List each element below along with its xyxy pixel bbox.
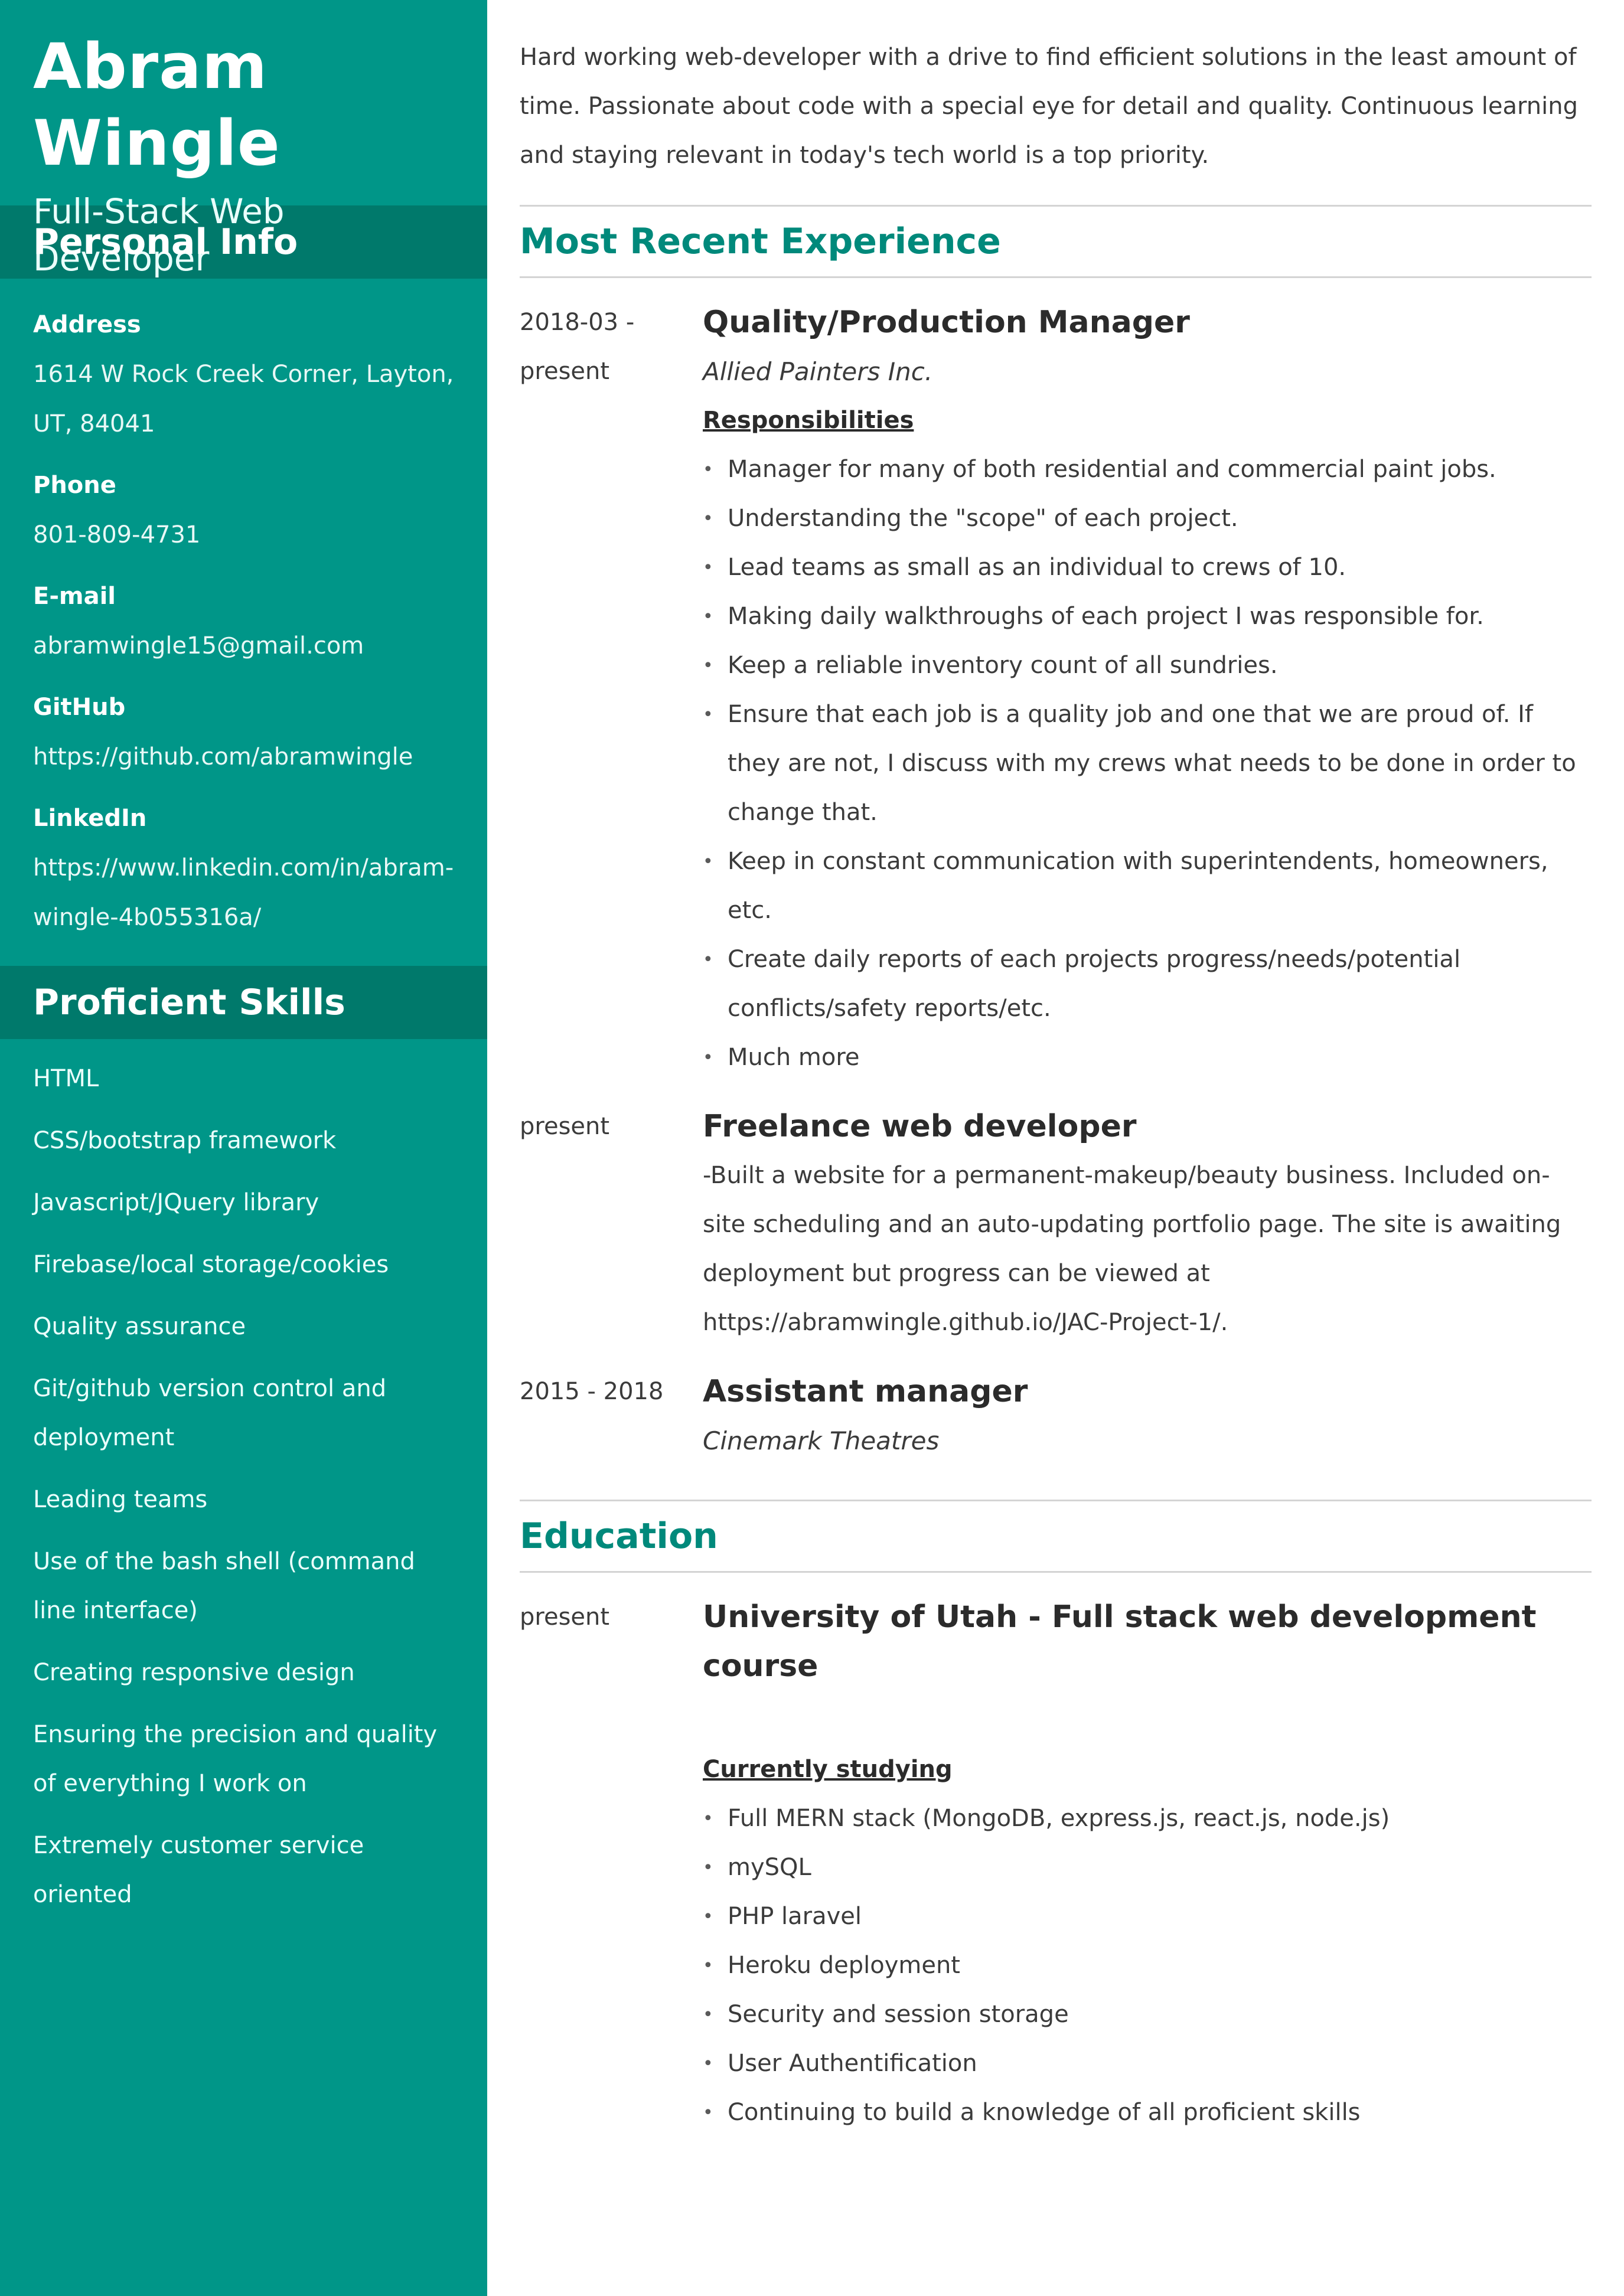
- info-label: E-mail: [33, 583, 116, 610]
- entry-date: 2015 - 2018: [520, 1378, 664, 1405]
- info-item-phone: Phone 801-809-4731: [33, 460, 454, 560]
- info-label: LinkedIn: [33, 805, 147, 832]
- info-label: Phone: [33, 472, 116, 499]
- info-item-email: E-mail abramwingle15@gmail.com: [33, 571, 454, 671]
- list-item: Ensure that each job is a quality job an…: [703, 690, 1592, 837]
- list-item: Continuing to build a knowledge of all p…: [703, 2088, 1592, 2137]
- main-content: Hard working web-developer with a drive …: [520, 0, 1592, 2137]
- list-item: Understanding the "scope" of each projec…: [703, 494, 1592, 543]
- skill-item: HTML: [33, 1065, 99, 1092]
- personal-info-list: Address 1614 W Rock Creek Corner, Layton…: [0, 279, 487, 966]
- skill-item: Quality assurance: [33, 1313, 246, 1340]
- personal-info-heading: Personal Info: [0, 205, 487, 279]
- entry-date: present: [520, 1113, 610, 1140]
- summary: Hard working web-developer with a drive …: [520, 44, 1578, 169]
- skill-item: Extremely customer service oriented: [33, 1832, 364, 1908]
- info-value-phone: 801-809-4731: [33, 521, 201, 548]
- course-title: University of Utah - Full stack web deve…: [703, 1599, 1537, 1684]
- info-label: Address: [33, 311, 141, 338]
- entry-body: University of Utah - Full stack web deve…: [703, 1593, 1592, 2137]
- list-item: User Authentification: [703, 2039, 1592, 2088]
- entry-date: present: [520, 1603, 610, 1631]
- job-description: -Built a website for a permanent-makeup/…: [703, 1162, 1561, 1336]
- entry-body: Freelance web developer -Built a website…: [703, 1102, 1592, 1347]
- sidebar: Abram Wingle Full-Stack Web Developer Pe…: [0, 0, 487, 2296]
- list-item: Heroku deployment: [703, 1941, 1592, 1990]
- info-item-github: GitHub https://github.com/abramwingle: [33, 682, 454, 782]
- info-item-linkedin: LinkedIn https://www.linkedin.com/in/abr…: [33, 793, 454, 942]
- list-item: Full MERN stack (MongoDB, express.js, re…: [703, 1794, 1592, 1843]
- candidate-name: Abram Wingle: [33, 30, 281, 179]
- job-title: Assistant manager: [703, 1374, 1028, 1409]
- company-name: Cinemark Theatres: [703, 1426, 940, 1455]
- info-item-address: Address 1614 W Rock Creek Corner, Layton…: [33, 300, 454, 449]
- skill-item: Use of the bash shell (command line inte…: [33, 1548, 415, 1624]
- skills-heading: Proficient Skills: [0, 966, 487, 1039]
- name-block: Abram Wingle Full-Stack Web Developer: [0, 0, 487, 279]
- list-item: PHP laravel: [703, 1892, 1592, 1941]
- list-item: Manager for many of both residential and…: [703, 445, 1592, 494]
- info-value-address: 1614 W Rock Creek Corner, Layton, UT, 84…: [33, 361, 454, 437]
- info-value-github: https://github.com/abramwingle: [33, 743, 413, 770]
- list-item: Security and session storage: [703, 1990, 1592, 2039]
- responsibilities-list: Manager for many of both residential and…: [703, 445, 1592, 1082]
- experience-entry: present Freelance web developer -Built a…: [520, 1102, 1592, 1347]
- list-item: Making daily walkthroughs of each projec…: [703, 592, 1592, 641]
- info-value-email: abramwingle15@gmail.com: [33, 632, 364, 659]
- info-label: GitHub: [33, 694, 126, 721]
- entry-body: Assistant manager Cinemark Theatres: [703, 1367, 1592, 1465]
- list-item: Keep a reliable inventory count of all s…: [703, 641, 1592, 690]
- skill-item: CSS/bootstrap framework: [33, 1127, 337, 1154]
- skill-item: Leading teams: [33, 1486, 208, 1513]
- job-title: Quality/Production Manager: [703, 305, 1190, 340]
- studying-heading: Currently studying: [703, 1756, 953, 1783]
- company-name: Allied Painters Inc.: [703, 357, 933, 386]
- education-heading: Education: [520, 1500, 1592, 1573]
- skill-item: Creating responsive design: [33, 1659, 355, 1686]
- education-list: present University of Utah - Full stack …: [520, 1573, 1592, 2137]
- list-item: Much more: [703, 1033, 1592, 1082]
- experience-heading: Most Recent Experience: [520, 205, 1592, 278]
- studying-list: Full MERN stack (MongoDB, express.js, re…: [703, 1794, 1592, 2137]
- education-entry: present University of Utah - Full stack …: [520, 1593, 1592, 2137]
- skill-item: Ensuring the precision and quality of ev…: [33, 1721, 438, 1797]
- list-item: Lead teams as small as an individual to …: [703, 543, 1592, 592]
- skill-item: Javascript/JQuery library: [33, 1189, 319, 1216]
- job-title: Freelance web developer: [703, 1109, 1137, 1144]
- skill-item: Git/github version control and deploymen…: [33, 1375, 387, 1451]
- list-item: Keep in constant communication with supe…: [703, 837, 1592, 935]
- skill-item: Firebase/local storage/cookies: [33, 1251, 389, 1278]
- info-value-linkedin: https://www.linkedin.com/in/abram-wingle…: [33, 854, 454, 931]
- entry-date: 2018-03 - present: [520, 309, 635, 385]
- experience-entry: 2018-03 - present Quality/Production Man…: [520, 298, 1592, 1082]
- experience-entry: 2015 - 2018 Assistant manager Cinemark T…: [520, 1367, 1592, 1465]
- entry-body: Quality/Production Manager Allied Painte…: [703, 298, 1592, 1082]
- responsibilities-heading: Responsibilities: [703, 407, 914, 434]
- skills-list: HTML CSS/bootstrap framework Javascript/…: [0, 1039, 487, 1919]
- list-item: mySQL: [703, 1843, 1592, 1892]
- list-item: Create daily reports of each projects pr…: [703, 935, 1592, 1033]
- experience-list: 2018-03 - present Quality/Production Man…: [520, 278, 1592, 1465]
